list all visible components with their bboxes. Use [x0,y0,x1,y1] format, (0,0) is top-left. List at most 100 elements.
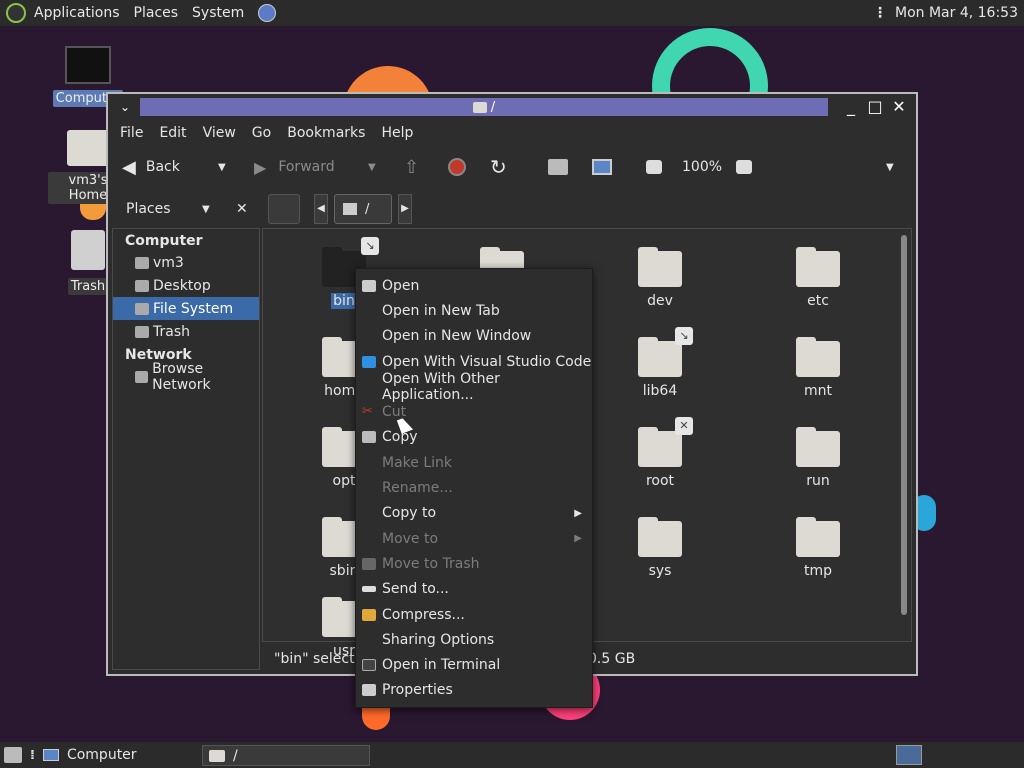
sidebar-item-label: Desktop [153,277,211,294]
web-browser-icon[interactable] [258,4,277,22]
menu-item-cut[interactable]: ✂ Cut [356,399,592,424]
toolbar: ◀ Back ▼ ▶ Forward ▼ ⇧ ↻ 100% ▼ [108,146,916,188]
drive-icon [135,302,149,315]
reload-icon[interactable]: ↻ [490,155,507,179]
back-button[interactable]: ◀ Back [122,157,180,178]
menu-item-sharing-options[interactable]: Sharing Options [356,627,592,652]
folder-item[interactable]: run [773,427,863,489]
menu-item-open[interactable]: Open [356,273,592,298]
show-desktop-icon[interactable] [4,747,22,763]
sidebar-item-desktop[interactable]: Desktop [113,274,259,297]
folder-item[interactable]: lib64 [615,337,705,399]
path-scroll-right-icon[interactable]: ▶ [398,194,412,224]
menu-item-make-link[interactable]: Make Link [356,450,592,475]
menu-item-label: Make Link [382,454,452,471]
close-sidebar-icon[interactable]: ✕ [236,201,248,217]
path-button-root[interactable]: / [334,194,392,224]
maximize-icon[interactable]: □ [866,98,884,116]
zoom-in-icon[interactable] [736,160,752,174]
folder-icon [638,337,682,377]
close-icon[interactable]: ✕ [890,98,908,116]
folder-item[interactable]: dev [615,247,705,309]
folder-item[interactable]: etc [773,247,863,309]
sidebar-item-vm3[interactable]: vm3 [113,251,259,274]
submenu-arrow-icon: ▶ [574,533,582,545]
menu-item-open-new-window[interactable]: Open in New Window [356,324,592,349]
folder-item[interactable]: tmp [773,517,863,579]
scissors-icon: ✂ [362,404,373,420]
path-scroll-left-icon[interactable]: ◀ [314,194,328,224]
menu-item-label: Send to... [382,581,449,598]
monitor-icon [65,46,111,84]
folder-icon [796,247,840,287]
menu-item-open-in-terminal[interactable]: Open in Terminal [356,652,592,677]
properties-icon [362,684,376,697]
folder-item[interactable]: root [615,427,705,489]
task-computer[interactable]: Computer [35,744,145,766]
network-icon [135,370,149,383]
menu-go[interactable]: Go [252,125,271,141]
window-menu-icon[interactable]: ⌄ [116,98,134,116]
menu-item-label: Properties [382,682,453,699]
menu-item-label: Open With Other Application... [382,370,500,403]
up-arrow-icon[interactable]: ⇧ [404,157,419,178]
minimize-icon[interactable]: _ [842,98,860,116]
clock[interactable]: Mon Mar 4, 16:53 [895,5,1018,21]
distro-logo-icon[interactable] [6,3,26,23]
forward-history-dropdown-icon[interactable]: ▼ [368,162,376,173]
toolbar-overflow-icon[interactable]: ▼ [886,162,894,173]
task-label: / [233,747,238,764]
applications-menu[interactable]: Applications [34,5,120,21]
home-icon [135,256,149,269]
zoom-level[interactable]: 100% [682,159,722,175]
task-file-manager[interactable]: / [202,745,370,766]
computer-icon[interactable] [592,159,612,175]
folder-label: run [806,473,830,489]
folder-item[interactable]: sys [615,517,705,579]
menu-item-compress[interactable]: Compress... [356,602,592,627]
menu-item-label: Open [382,277,420,294]
menubar: File Edit View Go Bookmarks Help [108,120,916,146]
places-menu[interactable]: Places [134,5,179,21]
menu-help[interactable]: Help [381,125,413,141]
menu-item-copy[interactable]: Copy [356,425,592,450]
menu-item-move-to[interactable]: Move to ▶ [356,526,592,551]
places-dropdown-icon[interactable]: ▼ [202,204,210,215]
menu-bookmarks[interactable]: Bookmarks [287,125,365,141]
menu-file[interactable]: File [120,125,143,141]
folder-icon [796,517,840,557]
top-panel: Applications Places System ⋮ Mon Mar 4, … [0,0,1024,26]
sidebar-item-file-system[interactable]: File System [113,297,259,320]
menu-item-properties[interactable]: Properties [356,678,592,703]
menu-view[interactable]: View [203,125,236,141]
folder-item[interactable]: mnt [773,337,863,399]
menu-item-rename[interactable]: Rename... [356,475,592,500]
menu-item-move-to-trash[interactable]: Move to Trash [356,551,592,576]
workspace-switcher-icon[interactable] [896,745,922,765]
menu-item-open-with-other[interactable]: Open With Other Application... [356,371,592,403]
menu-item-copy-to[interactable]: Copy to ▶ [356,501,592,526]
home-icon[interactable] [548,159,568,175]
menu-item-open-new-tab[interactable]: Open in New Tab [356,298,592,323]
sidebar-item-browse-network[interactable]: Browse Network [113,361,259,393]
menu-item-label: Open in New Window [382,328,532,345]
menu-item-send-to[interactable]: Send to... [356,577,592,602]
sidebar-item-trash[interactable]: Trash [113,320,259,343]
sidebar-item-label: Browse Network [152,360,211,393]
status-free-space: 0.5 GB [588,651,636,667]
bottom-panel: ⁞ Computer [0,742,1024,768]
menu-edit[interactable]: Edit [159,125,186,141]
toggle-location-entry-button[interactable] [268,194,300,224]
kebab-menu-icon[interactable]: ⋮ [873,5,887,21]
menu-item-label: Compress... [382,606,465,623]
folder-icon [638,427,682,467]
zoom-out-icon[interactable] [646,160,662,174]
vertical-scrollbar[interactable] [901,235,907,615]
places-selector[interactable]: Places ▼ ✕ [114,188,260,230]
system-menu[interactable]: System [192,5,244,21]
folder-icon [472,101,487,113]
titlebar[interactable]: ⌄ / _ □ ✕ [108,94,916,120]
stop-icon[interactable] [448,158,466,176]
back-history-dropdown-icon[interactable]: ▼ [218,162,226,173]
forward-button[interactable]: ▶ Forward [254,158,335,177]
